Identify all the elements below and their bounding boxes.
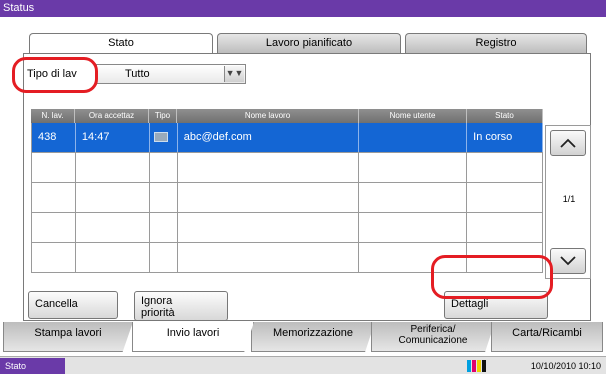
page-indicator: 1/1: [562, 194, 576, 204]
cancel-button-label: Cancella: [35, 298, 78, 310]
cell-type: [150, 213, 178, 242]
cell-job-name: [178, 243, 360, 272]
table-row[interactable]: 438 14:47 abc@def.com In corso: [31, 123, 543, 153]
ignore-priority-line1: Ignora: [141, 295, 173, 307]
cell-type: [150, 183, 178, 212]
tab-invio-lavori[interactable]: Invio lavori: [132, 322, 254, 352]
status-button[interactable]: Stato: [0, 358, 65, 374]
table-row[interactable]: [31, 183, 543, 213]
cell-status: [467, 183, 543, 212]
col-header-time: Ora accettaz: [75, 109, 149, 123]
job-type-label: Tipo di lav: [27, 68, 77, 80]
cell-job-no: [32, 243, 76, 272]
status-bar: Stato 10/10/2010 10:10: [0, 356, 606, 374]
chevron-up-icon: [560, 138, 576, 148]
cancel-button[interactable]: Cancella: [28, 291, 118, 319]
tab-lavoro-pianificato[interactable]: Lavoro pianificato: [217, 33, 401, 53]
col-header-job-no: N. lav.: [31, 109, 75, 123]
chevron-down-icon: [560, 256, 576, 266]
cell-job-name: [178, 153, 360, 182]
tab-memorizzazione[interactable]: Memorizzazione: [251, 322, 375, 352]
details-button[interactable]: Dettagli: [444, 291, 548, 319]
tab-stato[interactable]: Stato: [29, 33, 213, 54]
cell-type: [150, 123, 178, 152]
table-row[interactable]: [31, 243, 543, 273]
cell-user: [359, 153, 468, 182]
dropdown-chevron-icon[interactable]: ▼▼: [224, 66, 244, 82]
send-job-icon: [153, 132, 168, 143]
scroll-down-button[interactable]: [550, 248, 586, 274]
tab-registro[interactable]: Registro: [405, 33, 587, 53]
cell-status: In corso: [467, 123, 543, 152]
table-row[interactable]: [31, 153, 543, 183]
tab-stampa-lavori[interactable]: Stampa lavori: [3, 322, 133, 352]
cell-status: [467, 243, 543, 272]
cell-job-name: [178, 183, 360, 212]
cell-job-name: abc@def.com: [178, 123, 360, 152]
cell-user: [359, 123, 468, 152]
tab-invio-lavori-label: Invio lavori: [166, 327, 220, 339]
job-type-value: Tutto: [125, 68, 150, 80]
job-status-panel: Tipo di lav Tutto ▼▼ N. lav. Ora accetta…: [23, 53, 591, 321]
cell-type: [150, 243, 178, 272]
cell-job-no: [32, 213, 76, 242]
top-tab-bar: Stato Lavoro pianificato Registro: [29, 33, 587, 54]
window-title: Status: [0, 0, 606, 17]
cell-time: [76, 213, 150, 242]
cell-time: [76, 243, 150, 272]
ignore-priority-label: Ignora priorità: [141, 295, 175, 319]
tab-periferica-line1: Periferica/: [410, 324, 456, 335]
col-header-user: Nome utente: [359, 109, 467, 123]
cell-time: 14:47: [76, 123, 150, 152]
tab-periferica-comunicazione[interactable]: Periferica/ Comunicazione: [371, 322, 495, 352]
cell-status: [467, 153, 543, 182]
tab-carta-ricambi[interactable]: Carta/Ricambi: [491, 322, 603, 352]
scroll-up-button[interactable]: [550, 130, 586, 156]
ignore-priority-button[interactable]: Ignora priorità: [134, 291, 228, 321]
table-row[interactable]: [31, 213, 543, 243]
scroll-panel: 1/1: [545, 125, 591, 279]
cell-time: [76, 153, 150, 182]
details-button-label: Dettagli: [451, 298, 489, 310]
status-frame: Stato Lavoro pianificato Registro Tipo d…: [3, 17, 603, 339]
job-type-select[interactable]: Tutto ▼▼: [96, 64, 246, 84]
cell-user: [359, 183, 468, 212]
cell-job-no: [32, 153, 76, 182]
table-header: N. lav. Ora accettaz Tipo Nome lavoro No…: [31, 109, 543, 123]
ignore-priority-line2: priorità: [141, 307, 175, 319]
cell-job-name: [178, 213, 360, 242]
tab-periferica-line2: Comunicazione: [398, 335, 468, 346]
col-header-job-name: Nome lavoro: [177, 109, 359, 123]
col-header-type: Tipo: [149, 109, 177, 123]
tab-stampa-lavori-label: Stampa lavori: [34, 327, 102, 339]
col-header-status: Stato: [467, 109, 543, 123]
tab-memorizzazione-label: Memorizzazione: [272, 327, 354, 339]
cell-user: [359, 243, 468, 272]
cell-user: [359, 213, 468, 242]
clock: 10/10/2010 10:10: [530, 361, 601, 371]
cell-type: [150, 153, 178, 182]
job-table: N. lav. Ora accettaz Tipo Nome lavoro No…: [31, 109, 543, 273]
bottom-tab-bar: Stampa lavori Invio lavori Memorizzazion…: [0, 322, 606, 352]
tab-carta-ricambi-label: Carta/Ricambi: [512, 327, 582, 339]
cell-job-no: 438: [32, 123, 76, 152]
cell-status: [467, 213, 543, 242]
cell-time: [76, 183, 150, 212]
cell-job-no: [32, 183, 76, 212]
